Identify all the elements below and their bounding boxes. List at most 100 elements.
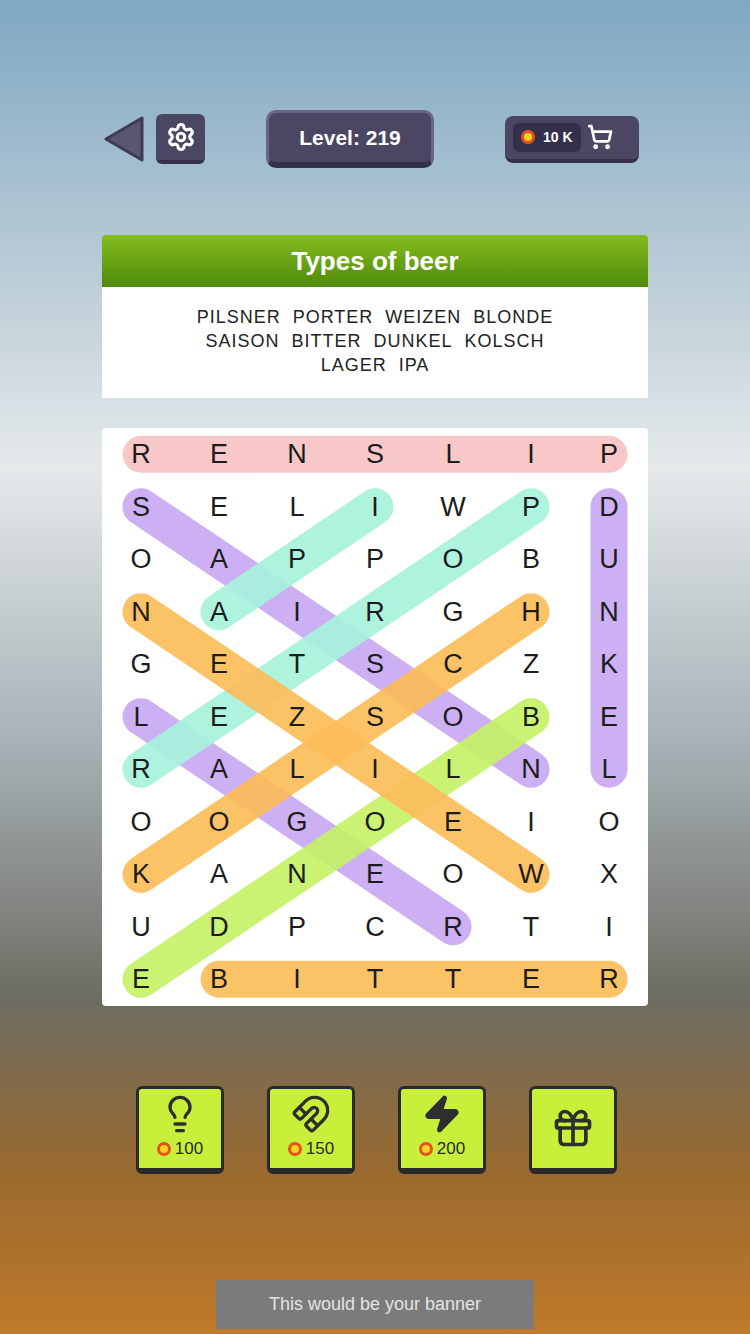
letter-cell[interactable]: G (258, 796, 336, 849)
letter-cell[interactable]: T (336, 953, 414, 1006)
letter-cell[interactable]: D (570, 481, 648, 534)
gift-button[interactable] (529, 1086, 617, 1174)
letter-cell[interactable]: S (102, 481, 180, 534)
magnet-icon (291, 1094, 331, 1134)
letter-cell[interactable]: E (180, 691, 258, 744)
back-button[interactable] (104, 114, 145, 164)
letter-cell[interactable]: R (102, 428, 180, 481)
category-title: Types of beer (291, 242, 458, 281)
letter-cell[interactable]: Z (258, 691, 336, 744)
letter-cell[interactable]: Z (492, 638, 570, 691)
letter-cell[interactable]: E (180, 428, 258, 481)
powerup-bar: 100 150 200 (136, 1086, 750, 1174)
letter-cell[interactable]: T (492, 901, 570, 954)
magnet-button[interactable]: 150 (267, 1086, 355, 1174)
letter-cell[interactable]: N (492, 743, 570, 796)
letter-cell[interactable]: W (414, 481, 492, 534)
letter-cell[interactable]: I (336, 743, 414, 796)
letter-cell[interactable]: C (414, 638, 492, 691)
letter-cell[interactable]: E (570, 691, 648, 744)
lightning-icon (422, 1094, 462, 1134)
letter-cell[interactable]: I (258, 586, 336, 639)
coin-icon (521, 130, 535, 144)
word-item: BITTER (291, 329, 361, 353)
letter-cell[interactable]: G (102, 638, 180, 691)
letter-cell[interactable]: R (336, 586, 414, 639)
letter-cell[interactable]: I (492, 428, 570, 481)
letter-cell[interactable]: A (180, 848, 258, 901)
letter-cell[interactable]: O (414, 848, 492, 901)
letter-cell[interactable]: N (102, 586, 180, 639)
letter-cell[interactable]: U (102, 901, 180, 954)
word-item: LAGER (321, 353, 387, 377)
letter-cell[interactable]: O (102, 533, 180, 586)
letter-cell[interactable]: P (492, 481, 570, 534)
letter-cell[interactable]: R (570, 953, 648, 1006)
word-item: KOLSCH (465, 329, 545, 353)
letter-cell[interactable]: P (570, 428, 648, 481)
letter-cell[interactable]: C (336, 901, 414, 954)
letter-cell[interactable]: B (180, 953, 258, 1006)
letter-cell[interactable]: T (258, 638, 336, 691)
letter-cell[interactable]: O (102, 796, 180, 849)
letter-cell[interactable]: R (414, 901, 492, 954)
letter-cell[interactable]: O (414, 691, 492, 744)
bolt-button[interactable]: 200 (398, 1086, 486, 1174)
letter-cell[interactable]: D (180, 901, 258, 954)
letter-cell[interactable]: K (570, 638, 648, 691)
letter-cell[interactable]: A (180, 586, 258, 639)
letter-cell[interactable]: O (570, 796, 648, 849)
letter-cell[interactable]: U (570, 533, 648, 586)
letter-cell[interactable]: L (258, 743, 336, 796)
letter-cell[interactable]: A (180, 533, 258, 586)
letter-cell[interactable]: S (336, 691, 414, 744)
letter-cell[interactable]: N (258, 848, 336, 901)
letter-cell[interactable]: E (336, 848, 414, 901)
coin-shop-button[interactable]: 10 K (505, 116, 639, 163)
letter-cell[interactable]: K (102, 848, 180, 901)
letter-cell[interactable]: I (258, 953, 336, 1006)
letter-cell[interactable]: T (414, 953, 492, 1006)
letter-cell[interactable]: P (336, 533, 414, 586)
letter-cell[interactable]: I (570, 901, 648, 954)
settings-button[interactable] (156, 114, 205, 164)
letter-cell[interactable]: R (102, 743, 180, 796)
letter-cell[interactable]: S (336, 428, 414, 481)
word-highlight (141, 612, 531, 875)
letter-cell[interactable]: A (180, 743, 258, 796)
letter-cell[interactable]: L (414, 743, 492, 796)
letter-cell[interactable]: O (336, 796, 414, 849)
word-highlight (219, 507, 375, 612)
letter-cell[interactable]: B (492, 533, 570, 586)
ad-banner[interactable]: This would be your banner (216, 1280, 534, 1329)
letter-cell[interactable]: E (102, 953, 180, 1006)
letter-cell[interactable]: S (336, 638, 414, 691)
letter-cell[interactable]: G (414, 586, 492, 639)
powerup-cost: 100 (157, 1136, 203, 1162)
letter-cell[interactable]: E (492, 953, 570, 1006)
letter-grid[interactable]: RENSLIPSELIWPDOAPPOBUNAIRGHNGETSCZKLEZSO… (102, 428, 648, 1006)
hint-button[interactable]: 100 (136, 1086, 224, 1174)
letter-cell[interactable]: P (258, 533, 336, 586)
letter-cell[interactable]: E (414, 796, 492, 849)
letter-cell[interactable]: L (414, 428, 492, 481)
word-row: PILSNERPORTERWEIZENBLONDE (197, 305, 554, 329)
letter-cell[interactable]: W (492, 848, 570, 901)
letter-cell[interactable]: O (414, 533, 492, 586)
letter-cell[interactable]: P (258, 901, 336, 954)
letter-cell[interactable]: N (258, 428, 336, 481)
letter-cell[interactable]: E (180, 638, 258, 691)
letter-cell[interactable]: X (570, 848, 648, 901)
letter-cell[interactable]: H (492, 586, 570, 639)
letter-cell[interactable]: I (492, 796, 570, 849)
word-list: PILSNERPORTERWEIZENBLONDESAISONBITTERDUN… (102, 287, 648, 398)
letter-cell[interactable]: N (570, 586, 648, 639)
letter-cell[interactable]: I (336, 481, 414, 534)
coin-icon (157, 1142, 171, 1156)
letter-cell[interactable]: O (180, 796, 258, 849)
letter-cell[interactable]: B (492, 691, 570, 744)
letter-cell[interactable]: E (180, 481, 258, 534)
letter-cell[interactable]: L (570, 743, 648, 796)
letter-cell[interactable]: L (102, 691, 180, 744)
letter-cell[interactable]: L (258, 481, 336, 534)
